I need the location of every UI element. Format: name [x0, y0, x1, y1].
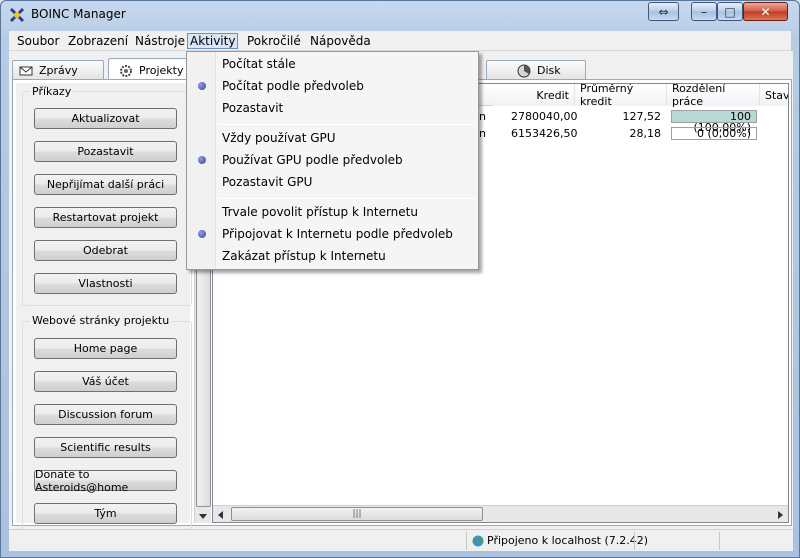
- menu-separator: [218, 198, 476, 199]
- menu-nastroje[interactable]: Nástroje: [133, 33, 187, 49]
- avg-credit-cell: 127,52: [622, 110, 662, 123]
- menu-network-always[interactable]: Trvale povolit přístup k Internetu: [189, 201, 476, 223]
- scroll-right-arrow-icon[interactable]: [778, 511, 783, 519]
- close-button[interactable]: ✕: [743, 2, 788, 21]
- resource-share-cell: 100 (100,00%): [671, 110, 757, 133]
- globe-icon: [472, 535, 484, 547]
- properties-button[interactable]: Vlastnosti: [34, 273, 177, 294]
- status-divider: [466, 532, 467, 550]
- menu-separator: [218, 124, 476, 125]
- envelope-icon: [19, 66, 33, 75]
- sidebar: Příkazy Aktualizovat Pozastavit Nepřijím…: [16, 83, 192, 531]
- minimize-button[interactable]: –: [691, 2, 717, 21]
- status-bar: Připojeno k localhost (7.2.42): [9, 529, 793, 551]
- web-links-title: Webové stránky projektu: [30, 314, 172, 327]
- menu-suspend[interactable]: Pozastavit: [189, 97, 476, 119]
- menu-bar: Soubor Zobrazení Nástroje Aktivity Pokro…: [9, 31, 791, 51]
- menu-run-always[interactable]: Počítat stále: [189, 53, 476, 75]
- row-prefix: n: [479, 110, 486, 123]
- window-title: BOINC Manager: [31, 7, 126, 21]
- no-new-work-button[interactable]: Nepřijímat další práci: [34, 174, 177, 195]
- boinc-manager-window: BOINC Manager ⇔ – □ ✕ Soubor Zobrazení N…: [0, 0, 800, 558]
- team-button[interactable]: Tým: [34, 503, 177, 524]
- column-avg-credit[interactable]: Průměrný kredit: [575, 84, 667, 108]
- radio-selected-icon: [198, 230, 206, 238]
- credit-cell: 2780040,00: [511, 110, 578, 123]
- scientific-results-button[interactable]: Scientific results: [34, 437, 177, 458]
- commands-title: Příkazy: [30, 85, 74, 98]
- restore-arrows-button[interactable]: ⇔: [648, 2, 679, 21]
- avg-credit-cell: 28,18: [629, 127, 662, 140]
- connection-status: Připojeno k localhost (7.2.42): [487, 534, 649, 547]
- status-divider: [634, 532, 635, 550]
- menu-item-label: Pozastavit GPU: [222, 175, 313, 189]
- suspend-button[interactable]: Pozastavit: [34, 141, 177, 162]
- menu-item-label: Počítat stále: [222, 57, 296, 71]
- menu-gpu-based-on-prefs[interactable]: Používat GPU podle předvoleb: [189, 149, 476, 171]
- menu-item-label: Připojovat k Internetu podle předvoleb: [222, 227, 453, 241]
- update-button[interactable]: Aktualizovat: [34, 108, 177, 129]
- remove-button[interactable]: Odebrat: [34, 240, 177, 261]
- resource-share-cell: 0 (0,00%): [671, 127, 757, 140]
- menu-gpu-always[interactable]: Vždy používat GPU: [189, 127, 476, 149]
- column-kredit[interactable]: Kredit: [493, 84, 575, 106]
- home-page-button[interactable]: Home page: [34, 338, 177, 359]
- menu-item-label: Pozastavit: [222, 101, 284, 115]
- menu-item-label: Používat GPU podle předvoleb: [222, 153, 403, 167]
- column-stav[interactable]: Stav: [760, 84, 788, 106]
- menu-soubor[interactable]: Soubor: [15, 33, 61, 49]
- menu-item-label: Trvale povolit přístup k Internetu: [222, 205, 418, 219]
- menu-napoveda[interactable]: Nápověda: [308, 33, 373, 49]
- activity-menu: Počítat stále Počítat podle předvoleb Po…: [186, 51, 479, 270]
- menu-aktivity[interactable]: Aktivity: [187, 33, 239, 49]
- donate-button[interactable]: Donate to Asteroids@home: [34, 468, 177, 494]
- menu-network-disable[interactable]: Zakázat přístup k Internetu: [189, 245, 476, 267]
- your-account-button[interactable]: Váš účet: [34, 371, 177, 392]
- tab-label: Disk: [537, 64, 561, 77]
- boinc-logo-icon: [9, 7, 25, 23]
- gear-icon: [120, 64, 132, 77]
- tab-label: Zprávy: [39, 64, 78, 77]
- pie-icon: [517, 64, 531, 77]
- table-horizontal-scrollbar[interactable]: |||: [213, 505, 788, 522]
- menu-pokrocile[interactable]: Pokročilé: [245, 33, 303, 49]
- radio-selected-icon: [198, 156, 206, 164]
- menu-run-based-on-prefs[interactable]: Počítat podle předvoleb: [189, 75, 476, 97]
- tab-disk[interactable]: Disk: [486, 60, 586, 80]
- maximize-button[interactable]: □: [717, 2, 743, 21]
- discussion-forum-button[interactable]: Discussion forum: [34, 404, 177, 425]
- column-resource-share[interactable]: Rozdělení práce: [667, 84, 760, 108]
- row-prefix: n: [479, 127, 486, 140]
- menu-item-label: Počítat podle předvoleb: [222, 79, 364, 93]
- table-scroll-thumb[interactable]: |||: [231, 507, 483, 521]
- scroll-left-arrow-icon[interactable]: [218, 511, 223, 519]
- tab-zpravy[interactable]: Zprávy: [12, 60, 104, 80]
- credit-cell: 6153426,50: [511, 127, 578, 140]
- radio-selected-icon: [198, 82, 206, 90]
- menu-item-label: Zakázat přístup k Internetu: [222, 249, 386, 263]
- title-bar[interactable]: BOINC Manager ⇔ – □ ✕: [1, 1, 799, 29]
- menu-gpu-suspend[interactable]: Pozastavit GPU: [189, 171, 476, 193]
- menu-item-label: Vždy používat GPU: [222, 131, 336, 145]
- status-divider: [719, 532, 720, 550]
- menu-network-based-on-prefs[interactable]: Připojovat k Internetu podle předvoleb: [189, 223, 476, 245]
- share-text: 0 (0,00%): [696, 127, 751, 140]
- menu-zobrazeni[interactable]: Zobrazení: [66, 33, 130, 49]
- scroll-down-arrow-icon[interactable]: [199, 514, 207, 519]
- tab-label: Projekty: [139, 64, 184, 77]
- reset-project-button[interactable]: Restartovat projekt: [34, 207, 177, 228]
